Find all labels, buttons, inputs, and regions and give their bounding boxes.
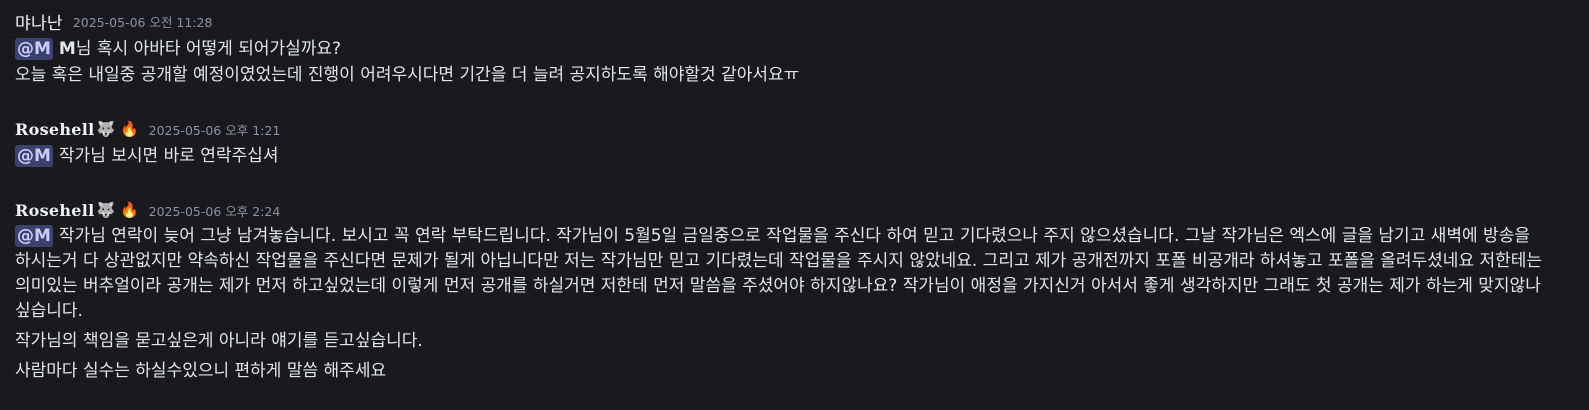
message-line: 오늘 혹은 내일중 공개할 예정이였었는데 진행이 어려우시다면 기간을 더 늘… bbox=[15, 65, 800, 85]
user-mention[interactable]: @M bbox=[15, 145, 53, 167]
message-text: 작가님 보시면 바로 연락주십셔 bbox=[58, 146, 279, 166]
wolf-fire-badge-icons: 🐺 🔥 bbox=[96, 201, 139, 219]
message-paragraph: @M 작가님 연락이 늦어 그냥 남겨놓습니다. 보시고 꼭 연락 부탁드립니다.… bbox=[15, 224, 1560, 324]
message-2: Rosehell 🐺 🔥 2025-05-06 오후 1:21 @M 작가님 보시… bbox=[15, 118, 1575, 169]
message-line: 작가님의 책임을 묻고싶은게 아니라 얘기를 듣고싶습니다. bbox=[15, 331, 423, 351]
message-text: 님 혹시 아바타 어떻게 되어가실까요? bbox=[75, 39, 342, 59]
message-header: Rosehell 🐺 🔥 2025-05-06 오후 1:21 bbox=[15, 118, 1575, 140]
message-line: 사람마다 실수는 하실수있으니 편하게 말씀 해주세요 bbox=[15, 361, 387, 381]
message-line: @M M님 혹시 아바타 어떻게 되어가실까요? bbox=[15, 36, 1575, 62]
message-line: @M 작가님 보시면 바로 연락주십셔 bbox=[15, 143, 1575, 169]
message-text: 작가님 연락이 늦어 그냥 남겨놓습니다. 보시고 꼭 연락 부탁드립니다. 작… bbox=[15, 226, 1543, 321]
message-header: 먀나난 2025-05-06 오전 11:28 bbox=[15, 9, 1575, 34]
user-mention[interactable]: @M bbox=[15, 225, 53, 247]
wolf-fire-badge-icons: 🐺 🔥 bbox=[96, 120, 139, 138]
message-header: Rosehell 🐺 🔥 2025-05-06 오후 2:24 bbox=[15, 199, 1575, 221]
message-3: Rosehell 🐺 🔥 2025-05-06 오후 2:24 @M 작가님 연락… bbox=[15, 199, 1575, 384]
mentioned-name: M bbox=[58, 39, 76, 59]
message-1: 먀나난 2025-05-06 오전 11:28 @M M님 혹시 아바타 어떻게 … bbox=[15, 10, 1575, 88]
user-mention[interactable]: @M bbox=[15, 38, 53, 60]
author-name[interactable]: Rosehell bbox=[15, 120, 95, 139]
timestamp[interactable]: 2025-05-06 오후 1:21 bbox=[149, 120, 281, 139]
author-name[interactable]: 먀나난 bbox=[15, 9, 63, 34]
author-name[interactable]: Rosehell bbox=[15, 201, 95, 220]
timestamp[interactable]: 2025-05-06 오전 11:28 bbox=[73, 12, 213, 31]
timestamp[interactable]: 2025-05-06 오후 2:24 bbox=[149, 201, 281, 220]
